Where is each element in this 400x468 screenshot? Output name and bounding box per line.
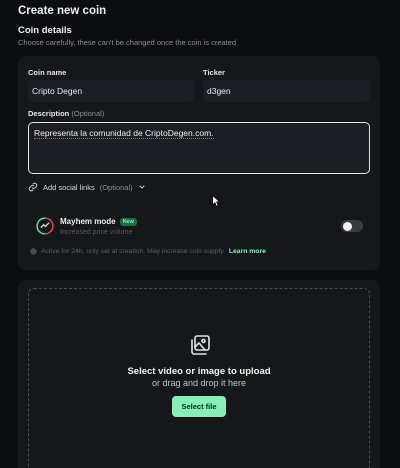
- page-title: Create new coin: [18, 5, 107, 17]
- description-label-text: Description: [28, 109, 70, 118]
- upload-dropzone[interactable]: Select video or image to upload or drag …: [28, 288, 370, 468]
- description-label: Description (Optional): [28, 109, 104, 118]
- mayhem-note-text: Active for 24h, only set at creation. Ma…: [41, 248, 225, 255]
- social-links-label: Add social links: [43, 182, 95, 192]
- chevron-down-icon: [139, 185, 145, 189]
- learn-more-link[interactable]: Learn more: [229, 248, 266, 255]
- upload-card: Select video or image to upload or drag …: [18, 280, 380, 468]
- coin-name-label: Coin name: [28, 68, 67, 77]
- description-optional: (Optional): [71, 109, 105, 118]
- coin-details-subtitle: Choose carefully, these can't be changed…: [18, 38, 237, 47]
- coin-name-input[interactable]: [28, 80, 194, 102]
- mouse-cursor-icon: [212, 195, 221, 207]
- ticker-label: Ticker: [203, 68, 225, 77]
- coin-details-card: Coin name Ticker Description (Optional) …: [18, 56, 380, 270]
- coin-details-title: Coin details: [18, 25, 72, 36]
- social-links-optional: (Optional): [99, 182, 133, 192]
- mayhem-title-text: Mayhem mode: [60, 217, 116, 226]
- new-badge: New: [119, 217, 137, 226]
- image-upload-icon: [191, 335, 210, 355]
- mayhem-gauge-icon: [36, 217, 54, 235]
- upload-subtitle: or drag and drop it here: [151, 378, 247, 388]
- mayhem-mode-row: Mayhem mode New Increased price volume: [28, 209, 370, 243]
- mayhem-mode-toggle[interactable]: [341, 220, 363, 232]
- link-icon: [28, 182, 38, 192]
- description-value: Representa la comunidad de CriptoDegen.c…: [34, 128, 214, 139]
- mayhem-title: Mayhem mode New: [60, 217, 137, 226]
- toggle-knob: [342, 221, 352, 231]
- description-textarea[interactable]: Representa la comunidad de CriptoDegen.c…: [28, 122, 370, 174]
- add-social-links-toggle[interactable]: Add social links (Optional): [28, 182, 146, 192]
- upload-title: Select video or image to upload: [127, 366, 271, 377]
- ticker-field[interactable]: [203, 80, 370, 102]
- info-icon: [30, 248, 37, 255]
- coin-name-field[interactable]: [28, 80, 194, 102]
- ticker-input[interactable]: [203, 80, 370, 102]
- mayhem-note: Active for 24h, only set at creation. Ma…: [30, 248, 266, 255]
- mayhem-subtitle: Increased price volume: [60, 229, 133, 236]
- select-file-button[interactable]: Select file: [172, 396, 226, 417]
